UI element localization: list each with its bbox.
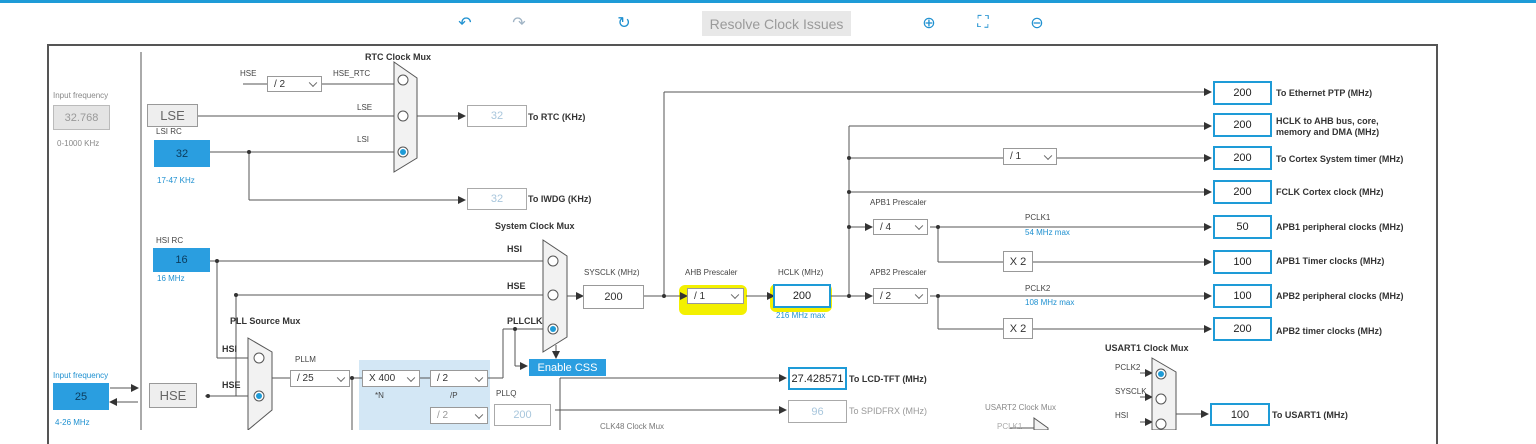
sysmux-pllclk-label: PLLCLK <box>507 316 543 326</box>
apb1-timer-output[interactable]: 100 <box>1213 250 1272 274</box>
lsi-title: LSI RC <box>156 127 182 136</box>
clock-wires <box>109 52 1212 430</box>
rtc-hse-label: HSE <box>240 69 257 78</box>
cortex-timer-divider[interactable]: / 1 <box>1003 148 1057 165</box>
sysmux-hse-label: HSE <box>507 281 526 291</box>
pllq-select[interactable]: / 2 <box>430 407 488 424</box>
sysclk-value: 200 <box>583 285 644 309</box>
rtc-mux-title: RTC Clock Mux <box>365 52 432 62</box>
spdif-output: 96 <box>788 400 847 423</box>
apb1-peripheral-output[interactable]: 50 <box>1213 215 1272 239</box>
lcd-tft-output[interactable]: 27.428571 <box>788 367 847 390</box>
apb2-peripheral-output[interactable]: 100 <box>1213 284 1272 308</box>
spdif-label: To SPIDFRX (MHz) <box>849 406 928 416</box>
pclk1-label: PCLK1 <box>1025 213 1051 222</box>
pclk2-label: PCLK2 <box>1025 284 1051 293</box>
usart1-mux-title: USART1 Clock Mux <box>1105 343 1189 353</box>
enable-css-button[interactable]: Enable CSS <box>529 359 606 376</box>
lcd-tft-label: To LCD-TFT (MHz) <box>849 374 927 384</box>
apb1-peripheral-label: APB1 peripheral clocks (MHz) <box>1276 222 1404 232</box>
lse-source[interactable]: LSE <box>147 104 198 127</box>
usart1-sysclk-label: SYSCLK <box>1115 387 1147 396</box>
rtc-output-label: To RTC (KHz) <box>528 112 586 122</box>
hsi-title: HSI RC <box>156 236 184 245</box>
lse-input-frequency-label: Input frequency <box>53 91 109 100</box>
ahb-prescaler-title: AHB Prescaler <box>685 268 738 277</box>
apb1-prescaler-select[interactable]: / 4 <box>873 219 928 235</box>
hclk-input[interactable]: 200 <box>773 284 831 308</box>
plln-label: *N <box>375 391 384 400</box>
hse-frequency-input[interactable]: 25 <box>53 383 109 410</box>
usart1-output-label: To USART1 (MHz) <box>1272 410 1348 420</box>
hclk-max: 216 MHz max <box>776 311 826 320</box>
hse-rtc-divider[interactable]: / 2 <box>267 76 322 92</box>
apb1-timer-multiplier: X 2 <box>1003 251 1033 272</box>
pllm-select[interactable]: / 25 <box>290 370 350 387</box>
pllp-label: /P <box>450 391 458 400</box>
usart1-hsi-label: HSI <box>1115 411 1129 420</box>
apb2-prescaler-title: APB2 Prescaler <box>870 268 927 277</box>
usart1-pclk2-label: PCLK2 <box>1115 363 1141 372</box>
usart1-output[interactable]: 100 <box>1210 403 1270 426</box>
pllm-title: PLLM <box>295 355 316 364</box>
hclk-ahb-label-line2: memory and DMA (MHz) <box>1276 127 1380 137</box>
sysclk-label: SYSCLK (MHz) <box>584 268 640 277</box>
pclk1-max: 54 MHz max <box>1025 228 1070 237</box>
apb2-timer-output[interactable]: 200 <box>1213 317 1272 341</box>
fclk-cortex-label: FCLK Cortex clock (MHz) <box>1276 187 1384 197</box>
lsi-value: 32 <box>154 140 210 167</box>
pllq-title: PLLQ <box>496 389 517 398</box>
hse-input-frequency-label: Input frequency <box>53 371 109 380</box>
hclk-ahb-label: HCLK to AHB bus, core, <box>1276 116 1379 126</box>
iwdg-output-label: To IWDG (KHz) <box>528 194 592 204</box>
pll-src-hse-label: HSE <box>222 380 241 390</box>
plln-select[interactable]: X 400 <box>362 370 420 387</box>
hclk-ahb-output[interactable]: 200 <box>1213 113 1272 137</box>
cortex-timer-label: To Cortex System timer (MHz) <box>1276 154 1404 164</box>
pll-src-hsi-label: HSI <box>222 344 238 354</box>
lsi-range: 17-47 KHz <box>157 176 195 185</box>
hse-source[interactable]: HSE <box>149 383 197 408</box>
ethernet-ptp-output[interactable]: 200 <box>1213 81 1272 105</box>
rtc-output-value: 32 <box>467 105 527 127</box>
apb1-prescaler-title: APB1 Prescaler <box>870 198 927 207</box>
hse-rtc-label: HSE_RTC <box>333 69 371 78</box>
system-clock-mux-title: System Clock Mux <box>495 221 575 231</box>
pllq-value: 200 <box>494 404 551 426</box>
apb1-timer-label: APB1 Timer clocks (MHz) <box>1276 256 1385 266</box>
pllp-select[interactable]: / 2 <box>430 370 488 387</box>
hse-range: 4-26 MHz <box>55 418 90 427</box>
hsi-value: 16 <box>153 248 210 272</box>
usart2-mux-title: USART2 Clock Mux <box>985 403 1056 412</box>
ethernet-ptp-label: To Ethernet PTP (MHz) <box>1276 88 1373 98</box>
cortex-timer-output[interactable]: 200 <box>1213 146 1272 170</box>
iwdg-output-value: 32 <box>467 188 527 210</box>
apb2-prescaler-select[interactable]: / 2 <box>873 288 928 304</box>
rtc-lse-label: LSE <box>357 103 373 112</box>
rtc-lsi-label: LSI <box>357 135 370 144</box>
pll-source-mux-title: PLL Source Mux <box>230 316 301 326</box>
apb2-peripheral-label: APB2 peripheral clocks (MHz) <box>1276 291 1404 301</box>
lse-range: 0-1000 KHz <box>57 139 100 148</box>
apb2-timer-label: APB2 timer clocks (MHz) <box>1276 326 1383 336</box>
ahb-prescaler-select[interactable]: / 1 <box>687 288 744 304</box>
sysmux-hsi-label: HSI <box>507 244 523 254</box>
hsi-range: 16 MHz <box>157 274 185 283</box>
fclk-cortex-output[interactable]: 200 <box>1213 180 1272 204</box>
pclk2-max: 108 MHz max <box>1025 298 1075 307</box>
hclk-title: HCLK (MHz) <box>778 268 824 277</box>
apb2-timer-multiplier: X 2 <box>1003 318 1033 339</box>
lse-frequency-input[interactable]: 32.768 <box>53 105 110 130</box>
